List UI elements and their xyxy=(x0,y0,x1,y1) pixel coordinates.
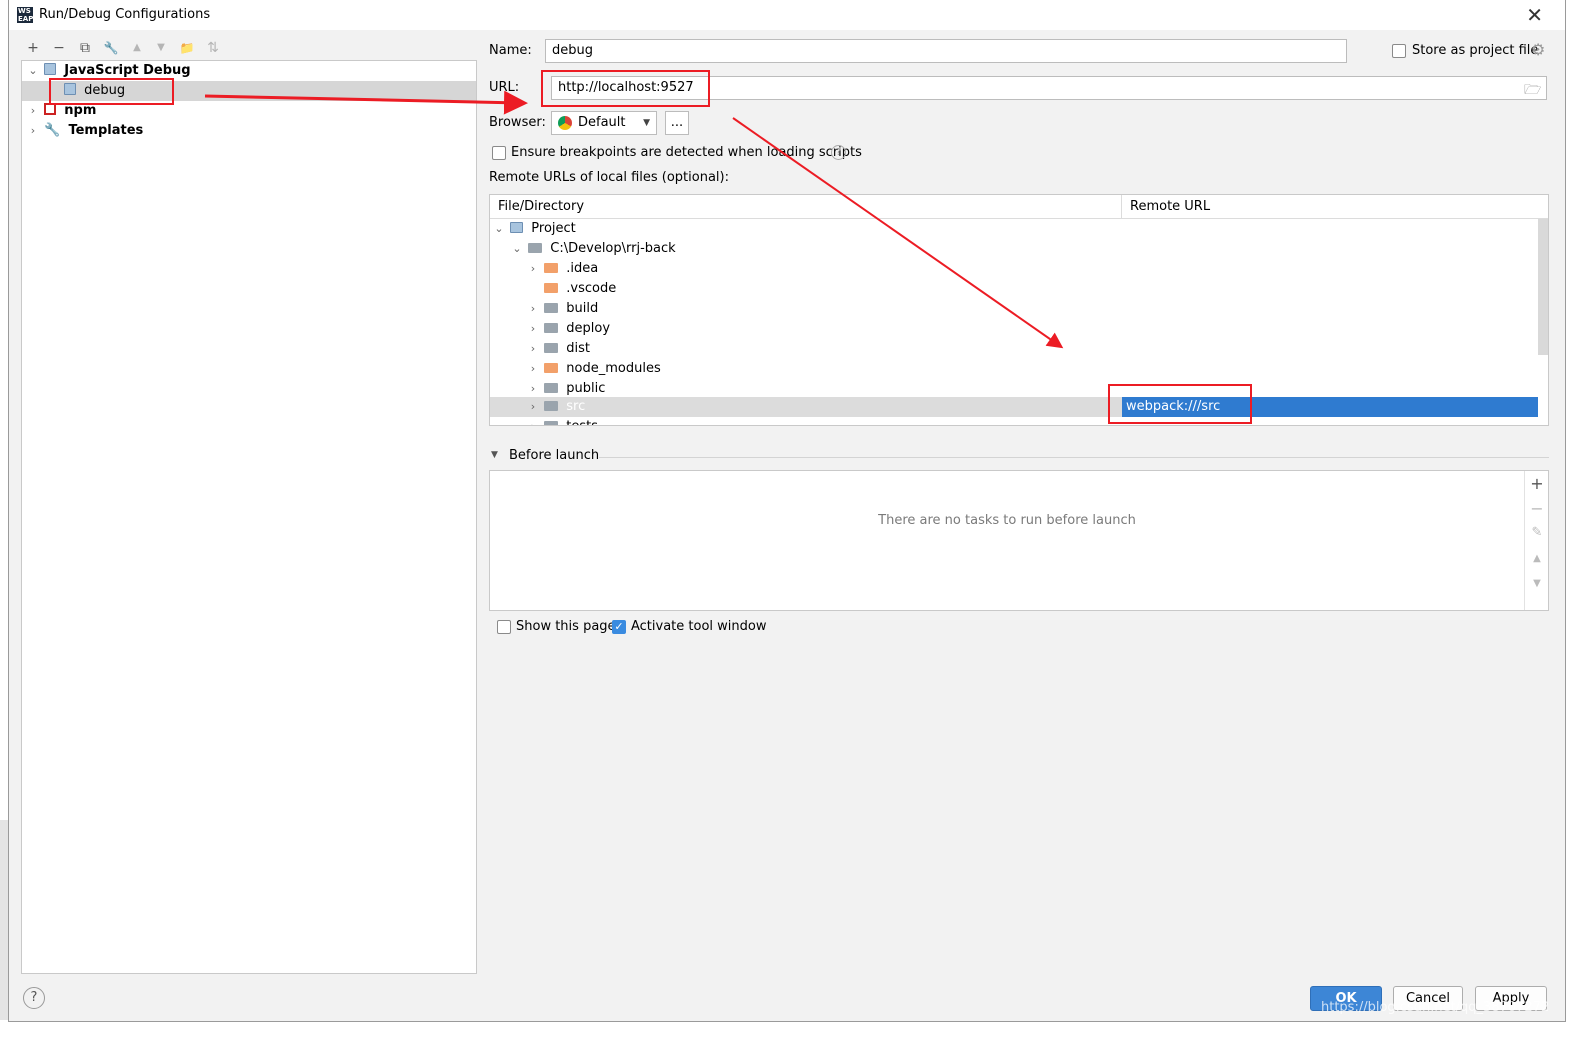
arrow-to-remote-url xyxy=(732,117,1064,349)
arrow-to-url xyxy=(204,90,528,115)
annotation-arrows xyxy=(204,90,1064,349)
